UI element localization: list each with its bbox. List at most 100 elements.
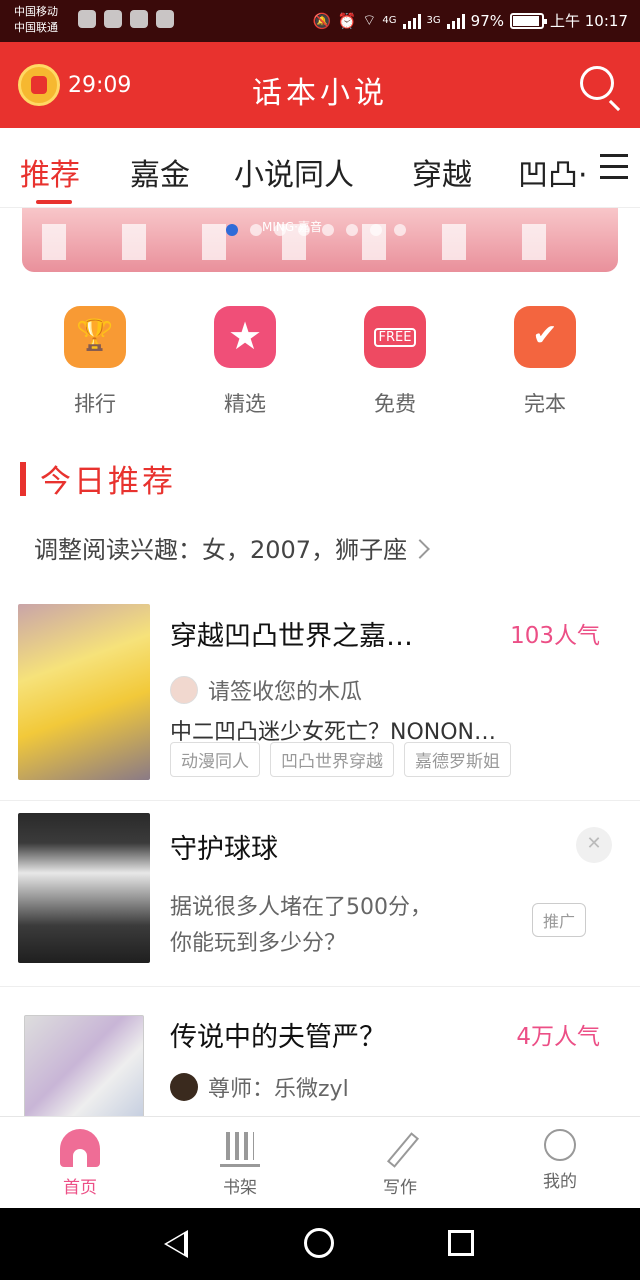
ad-card[interactable]: 守护球球 ✕ 据说很多人堵在了500分， 你能玩到多少分？ 推广	[0, 800, 640, 986]
carrier-info: 中国移动 中国联通	[14, 4, 58, 36]
ad-image	[18, 813, 150, 963]
status-bar: 中国移动 中国联通 🔕 ⏰ ⌔ 4G 3G 97% 上午 10:17	[0, 0, 640, 42]
free-icon	[364, 306, 426, 368]
active-tab-indicator	[36, 200, 72, 204]
carousel-dot[interactable]	[322, 224, 334, 236]
bottom-navigation: 首页 书架 写作 我的	[0, 1116, 640, 1208]
nav-home[interactable]: 首页	[0, 1117, 160, 1208]
carrier-1: 中国移动	[14, 5, 58, 18]
reading-interest-link[interactable]: 调整阅读兴趣：女，2007，狮子座	[34, 530, 430, 565]
clock: 上午 10:17	[550, 12, 628, 30]
book-tag[interactable]: 嘉德罗斯姐	[404, 742, 511, 777]
close-icon[interactable]: ✕	[576, 827, 612, 863]
carousel-dot[interactable]	[346, 224, 358, 236]
notification-icon	[130, 10, 148, 28]
tab-aotu[interactable]: 凹凸·	[518, 150, 588, 194]
book-author: 请签收您的木瓜	[170, 674, 362, 706]
book-card[interactable]: 穿越凹凸世界之嘉… 103人气 请签收您的木瓜 中二凹凸迷少女死亡？NONON……	[0, 590, 640, 800]
tab-time-travel[interactable]: 穿越	[412, 150, 472, 194]
book-author: 尊师：乐微zyl	[170, 1071, 349, 1103]
network-label: 3G	[426, 15, 441, 26]
tab-fanfic[interactable]: 小说同人	[234, 150, 354, 194]
carousel-dot[interactable]	[250, 224, 262, 236]
reading-interest-text: 调整阅读兴趣：女，2007，狮子座	[34, 536, 408, 564]
book-title: 穿越凹凸世界之嘉…	[170, 621, 413, 652]
network-label: 4G	[382, 15, 397, 26]
app-title: 话本小说	[252, 76, 388, 111]
nav-mine[interactable]: 我的	[480, 1117, 640, 1208]
author-name: 请签收您的木瓜	[208, 680, 363, 705]
notification-icon	[78, 10, 96, 28]
section-header: 今日推荐	[20, 456, 176, 501]
carousel-dot[interactable]	[226, 224, 238, 236]
system-indicators: 🔕 ⏰ ⌔ 4G 3G 97% 上午 10:17	[313, 10, 628, 31]
ad-badge: 推广	[531, 903, 586, 937]
bookshelf-icon	[220, 1129, 260, 1167]
chevron-right-icon	[410, 539, 430, 559]
home-icon	[60, 1129, 100, 1167]
menu-icon[interactable]	[600, 154, 628, 180]
tab-jiajin[interactable]: 嘉金	[130, 150, 190, 194]
battery-percent: 97%	[470, 11, 504, 30]
alarm-icon: ⏰	[337, 11, 357, 30]
quick-categories: 排行 精选 免费 完本	[0, 306, 640, 418]
notification-icon	[104, 10, 122, 28]
carousel-dot[interactable]	[370, 224, 382, 236]
nav-label: 书架	[223, 1178, 257, 1198]
banner-carousel[interactable]: MING·嘉音	[22, 208, 618, 272]
author-avatar	[170, 676, 198, 704]
trophy-icon	[64, 306, 126, 368]
nav-bookshelf[interactable]: 书架	[160, 1117, 320, 1208]
book-card[interactable]: 传说中的夫管严？ 4万人气 尊师：乐微zyl	[0, 986, 640, 1116]
carousel-dots	[226, 224, 406, 236]
category-tabs: 推荐 嘉金 小说同人 穿越 凹凸·	[0, 128, 640, 208]
ad-title: 守护球球	[170, 834, 278, 865]
category-completed[interactable]: 完本	[485, 306, 605, 418]
profile-icon	[544, 1129, 576, 1161]
notification-icons	[78, 10, 174, 28]
book-popularity: 4万人气	[516, 1024, 600, 1050]
carousel-dot[interactable]	[274, 224, 286, 236]
home-button-icon[interactable]	[304, 1228, 334, 1258]
category-ranking[interactable]: 排行	[35, 306, 155, 418]
nav-write[interactable]: 写作	[320, 1117, 480, 1208]
book-cover	[18, 604, 150, 780]
carousel-dot[interactable]	[298, 224, 310, 236]
carrier-2: 中国联通	[14, 21, 58, 34]
tab-recommend[interactable]: 推荐	[20, 150, 80, 194]
category-label: 完本	[524, 392, 566, 416]
wifi-icon: ⌔	[362, 11, 377, 29]
battery-icon	[510, 12, 547, 29]
book-cover	[24, 1015, 144, 1116]
nav-label: 我的	[543, 1172, 577, 1192]
book-tag[interactable]: 动漫同人	[170, 742, 260, 777]
nav-label: 写作	[383, 1178, 417, 1198]
book-tag[interactable]: 凹凸世界穿越	[270, 742, 394, 777]
carousel-dot[interactable]	[394, 224, 406, 236]
chat-icon	[156, 10, 174, 28]
check-icon	[514, 306, 576, 368]
section-accent-bar	[20, 461, 26, 496]
category-label: 免费	[374, 392, 416, 416]
nav-label: 首页	[63, 1178, 97, 1198]
category-free[interactable]: 免费	[335, 306, 455, 418]
category-label: 精选	[224, 392, 266, 416]
app-header: 29:09 话本小说	[0, 42, 640, 128]
system-navigation-bar	[0, 1208, 640, 1280]
category-label: 排行	[74, 392, 116, 416]
back-icon[interactable]	[164, 1230, 188, 1258]
ad-description-line2: 你能玩到多少分？	[170, 931, 347, 956]
mute-icon: 🔕	[312, 11, 332, 30]
recent-apps-icon[interactable]	[448, 1230, 474, 1256]
search-icon[interactable]	[580, 66, 614, 100]
star-icon	[214, 306, 276, 368]
book-tags: 动漫同人 凹凸世界穿越 嘉德罗斯姐	[170, 742, 511, 777]
section-title: 今日推荐	[40, 464, 176, 500]
author-avatar	[170, 1073, 198, 1101]
book-title: 传说中的夫管严？	[170, 1022, 386, 1053]
category-featured[interactable]: 精选	[185, 306, 305, 418]
signal-icon	[446, 13, 465, 29]
book-popularity: 103人气	[510, 623, 600, 649]
pen-icon	[380, 1129, 420, 1167]
signal-icon	[402, 13, 421, 29]
